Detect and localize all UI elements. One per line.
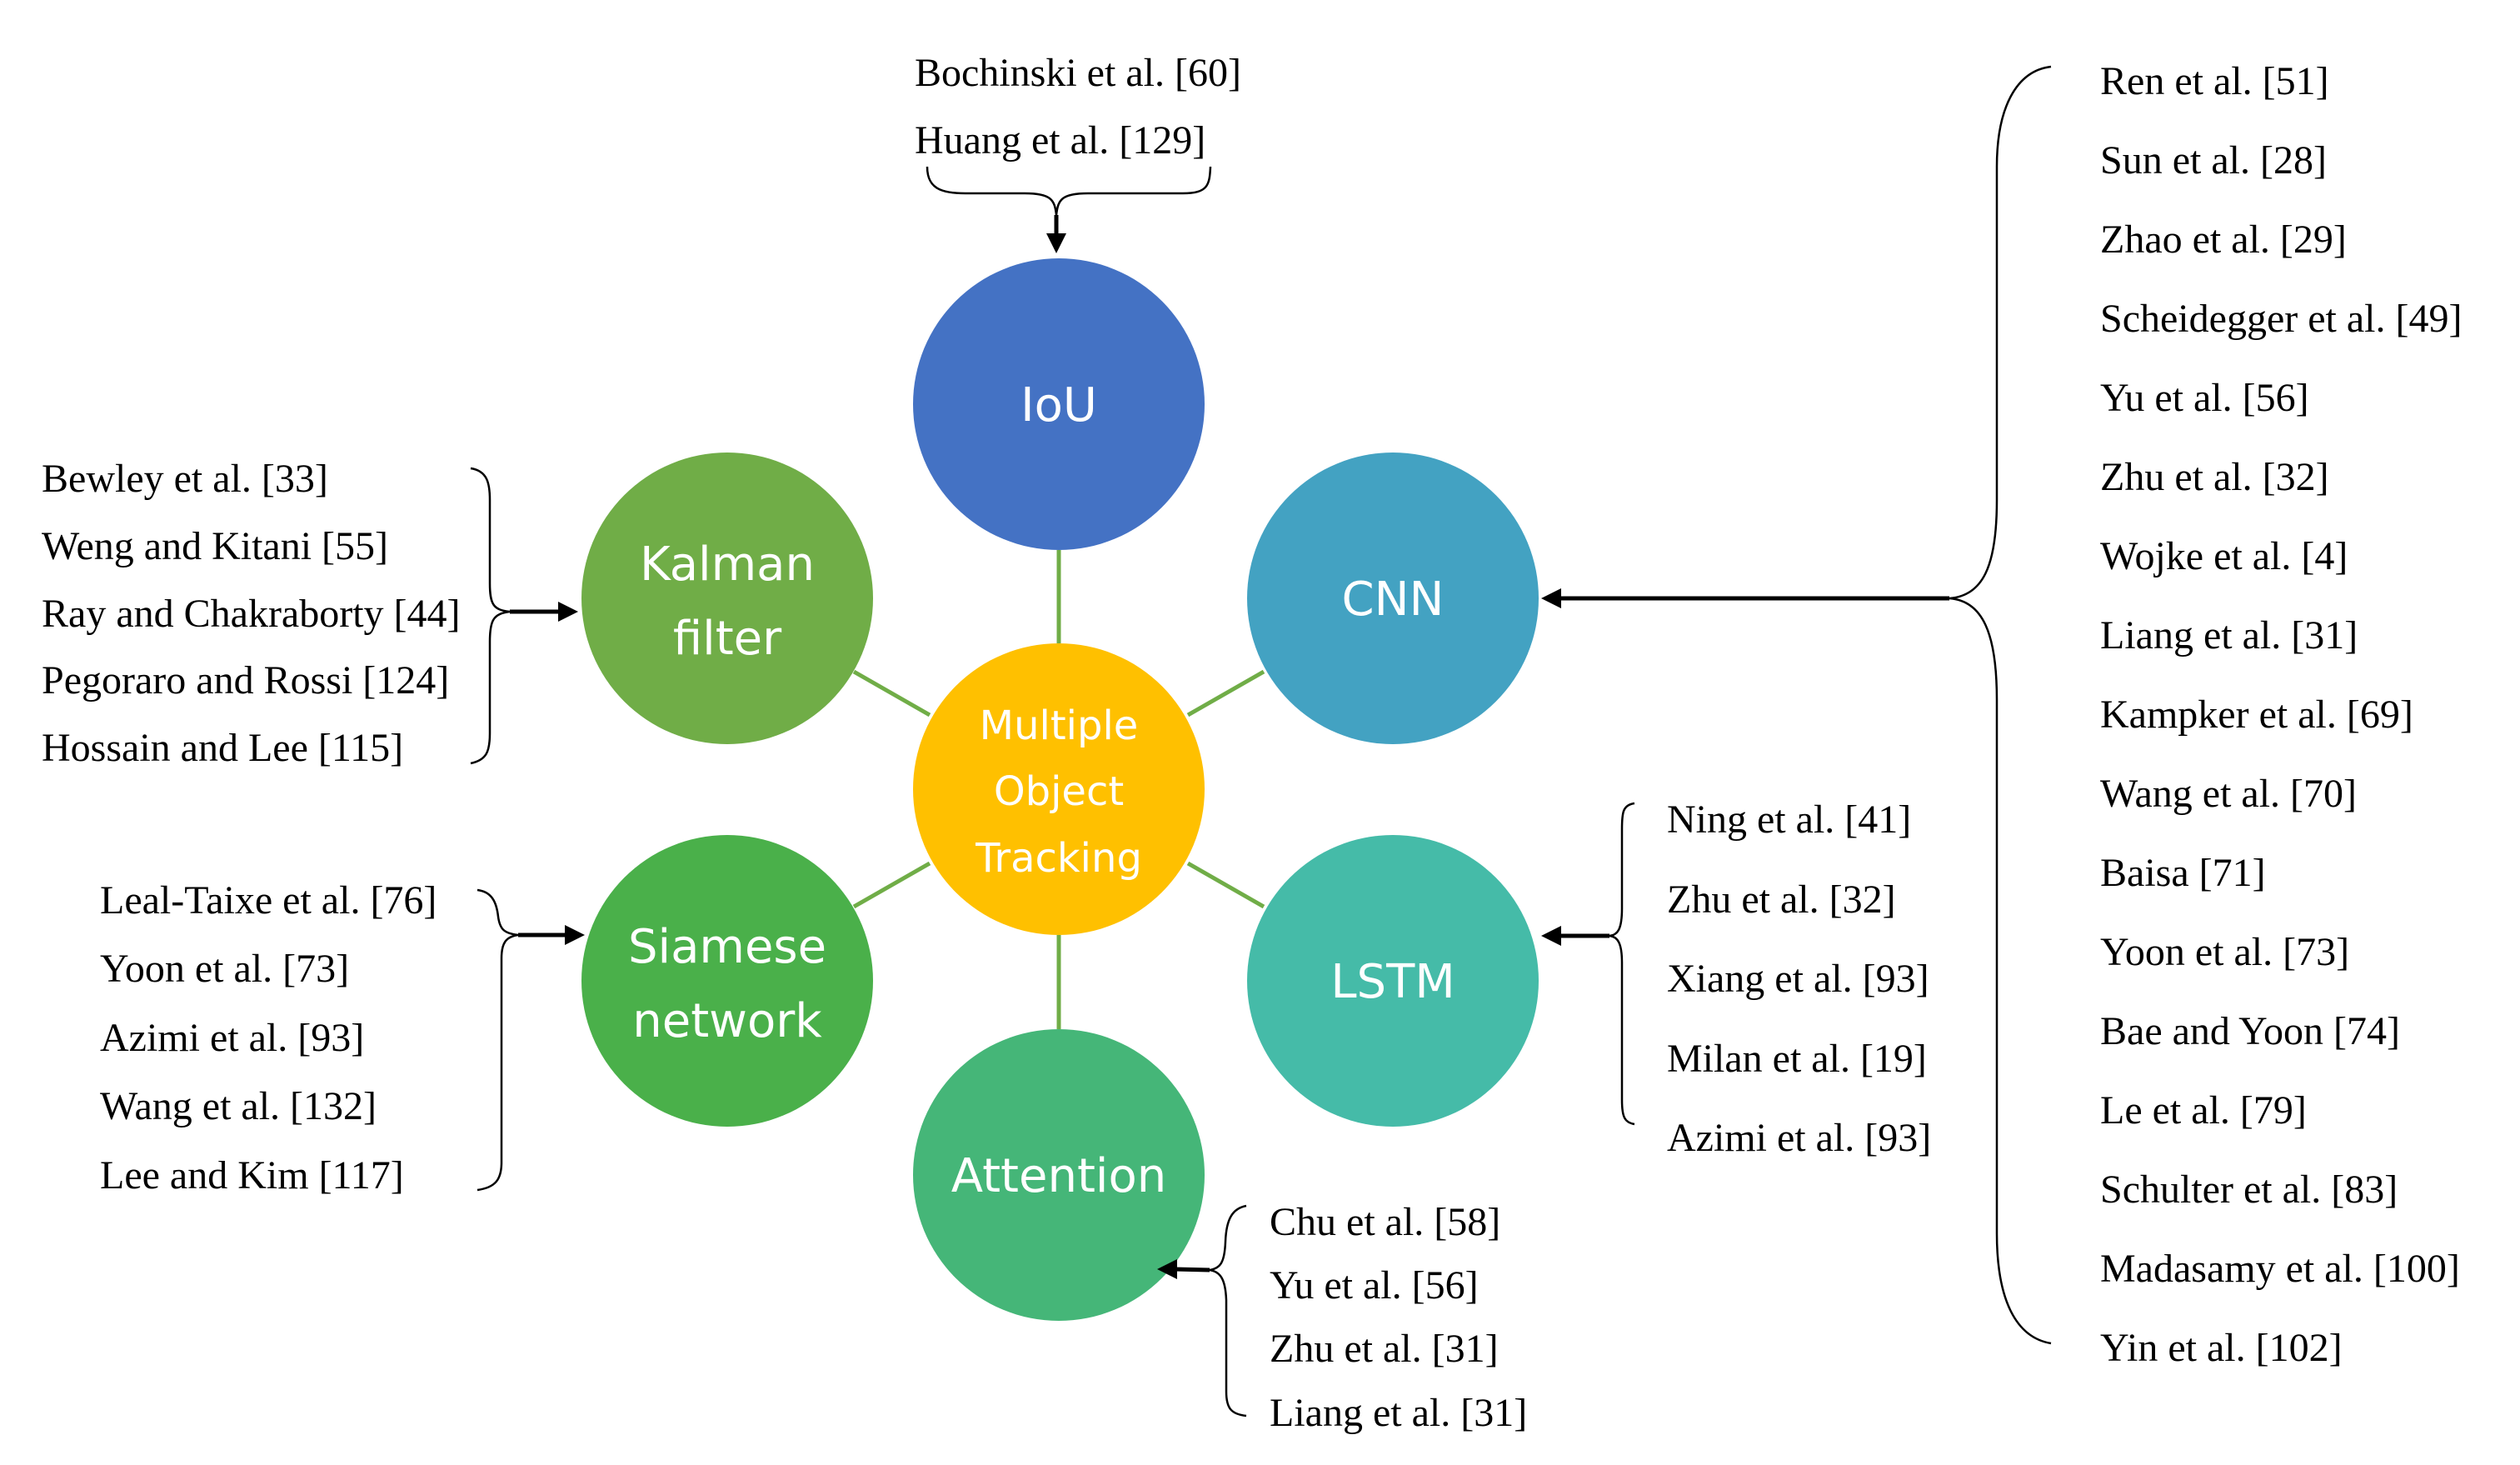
center-label-line-2: Object bbox=[994, 768, 1124, 815]
reference-item: Azimi et al. [93] bbox=[1667, 1116, 1931, 1160]
connector-lstm bbox=[1186, 861, 1265, 909]
kalman-label-line-2: filter bbox=[673, 612, 782, 666]
lstm-references: Ning et al. [41] Zhu et al. [32] Xiang e… bbox=[1541, 798, 1931, 1160]
reference-item: Bochinski et al. [60] bbox=[915, 51, 1241, 95]
node-lstm: LSTM bbox=[1247, 835, 1539, 1127]
reference-item: Ning et al. [41] bbox=[1667, 798, 1911, 842]
reference-item: Baisa [71] bbox=[2100, 851, 2266, 895]
reference-item: Bewley et al. [33] bbox=[42, 457, 328, 501]
reference-item: Wojke et al. [4] bbox=[2100, 534, 2348, 578]
reference-item: Zhu et al. [32] bbox=[1667, 878, 1896, 922]
kalman-label-line-1: Kalman bbox=[640, 538, 815, 592]
center-label-line-3: Tracking bbox=[975, 835, 1142, 882]
node-attention: Attention bbox=[913, 1029, 1205, 1321]
reference-item: Hossain and Lee [115] bbox=[42, 726, 403, 770]
connector-kalman bbox=[852, 669, 931, 718]
arrowhead-icon bbox=[565, 925, 585, 945]
reference-item: Ren et al. [51] bbox=[2100, 59, 2329, 103]
reference-item: Zhu et al. [31] bbox=[1270, 1327, 1499, 1371]
attention-references: Chu et al. [58] Yu et al. [56] Zhu et al… bbox=[1157, 1200, 1527, 1435]
reference-item: Kampker et al. [69] bbox=[2100, 692, 2413, 737]
reference-item: Weng and Kitani [55] bbox=[42, 524, 388, 568]
reference-item: Wang et al. [132] bbox=[100, 1084, 377, 1128]
reference-item: Chu et al. [58] bbox=[1270, 1200, 1500, 1244]
siamese-circle bbox=[581, 835, 873, 1127]
cnn-references: Ren et al. [51] Sun et al. [28] Zhao et … bbox=[1541, 59, 2462, 1370]
node-iou: IoU bbox=[913, 258, 1205, 550]
arrowhead-icon bbox=[1541, 588, 1561, 608]
arrowhead-icon bbox=[558, 602, 578, 622]
reference-item: Yu et al. [56] bbox=[2100, 376, 2309, 420]
reference-item: Yoon et al. [73] bbox=[100, 947, 349, 991]
connector-cnn bbox=[1186, 669, 1265, 718]
reference-item: Huang et al. [129] bbox=[915, 118, 1205, 162]
lstm-brace bbox=[1609, 802, 1635, 1126]
center-node: Multiple Object Tracking bbox=[913, 643, 1205, 935]
reference-item: Pegoraro and Rossi [124] bbox=[42, 658, 449, 702]
reference-item: Liang et al. [31] bbox=[1270, 1391, 1527, 1435]
kalman-references: Bewley et al. [33] Weng and Kitani [55] … bbox=[42, 457, 578, 770]
siamese-brace bbox=[477, 888, 519, 1192]
reference-item: Wang et al. [70] bbox=[2100, 772, 2357, 816]
kalman-circle bbox=[581, 452, 873, 744]
reference-item: Sun et al. [28] bbox=[2100, 138, 2327, 182]
mot-taxonomy-diagram: Multiple Object Tracking IoU Bochinski e… bbox=[42, 51, 2462, 1435]
reference-item: Yoon et al. [73] bbox=[2100, 930, 2349, 974]
reference-item: Yu et al. [56] bbox=[1270, 1263, 1479, 1308]
node-siamese: Siamese network bbox=[581, 835, 873, 1127]
attention-brace bbox=[1209, 1204, 1247, 1418]
reference-item: Leal-Taixe et al. [76] bbox=[100, 878, 437, 922]
iou-references: Bochinski et al. [60] Huang et al. [129] bbox=[915, 51, 1241, 253]
reference-item: Milan et al. [19] bbox=[1667, 1037, 1927, 1081]
lstm-label: LSTM bbox=[1330, 955, 1455, 1009]
reference-item: Scheidegger et al. [49] bbox=[2100, 297, 2462, 341]
connector-siamese bbox=[852, 861, 931, 909]
node-cnn: CNN bbox=[1247, 452, 1539, 744]
reference-item: Zhu et al. [32] bbox=[2100, 455, 2329, 499]
reference-item: Le et al. [79] bbox=[2100, 1088, 2307, 1132]
reference-item: Madasamy et al. [100] bbox=[2100, 1247, 2460, 1291]
reference-item: Lee and Kim [117] bbox=[100, 1153, 404, 1198]
reference-item: Yin et al. [102] bbox=[2100, 1326, 2343, 1370]
cnn-brace bbox=[1949, 65, 2052, 1345]
reference-item: Xiang et al. [93] bbox=[1667, 957, 1929, 1001]
arrowhead-icon bbox=[1541, 926, 1561, 946]
siamese-label-line-1: Siamese bbox=[628, 920, 826, 974]
reference-item: Liang et al. [31] bbox=[2100, 613, 2358, 658]
attention-arrow bbox=[1174, 1267, 1210, 1272]
attention-label: Attention bbox=[951, 1149, 1166, 1203]
siamese-references: Leal-Taixe et al. [76] Yoon et al. [73] … bbox=[100, 878, 585, 1198]
node-kalman: Kalman filter bbox=[581, 452, 873, 744]
center-label-line-1: Multiple bbox=[980, 702, 1139, 749]
iou-brace bbox=[926, 166, 1212, 216]
siamese-label-line-2: network bbox=[632, 994, 822, 1048]
arrowhead-icon bbox=[1046, 233, 1066, 253]
kalman-brace bbox=[470, 467, 511, 765]
reference-item: Bae and Yoon [74] bbox=[2100, 1009, 2400, 1053]
reference-item: Zhao et al. [29] bbox=[2100, 218, 2347, 262]
reference-item: Azimi et al. [93] bbox=[100, 1016, 364, 1060]
iou-label: IoU bbox=[1020, 378, 1097, 432]
cnn-label: CNN bbox=[1342, 572, 1445, 627]
reference-item: Schulter et al. [83] bbox=[2100, 1168, 2398, 1212]
reference-item: Ray and Chakraborty [44] bbox=[42, 592, 461, 636]
